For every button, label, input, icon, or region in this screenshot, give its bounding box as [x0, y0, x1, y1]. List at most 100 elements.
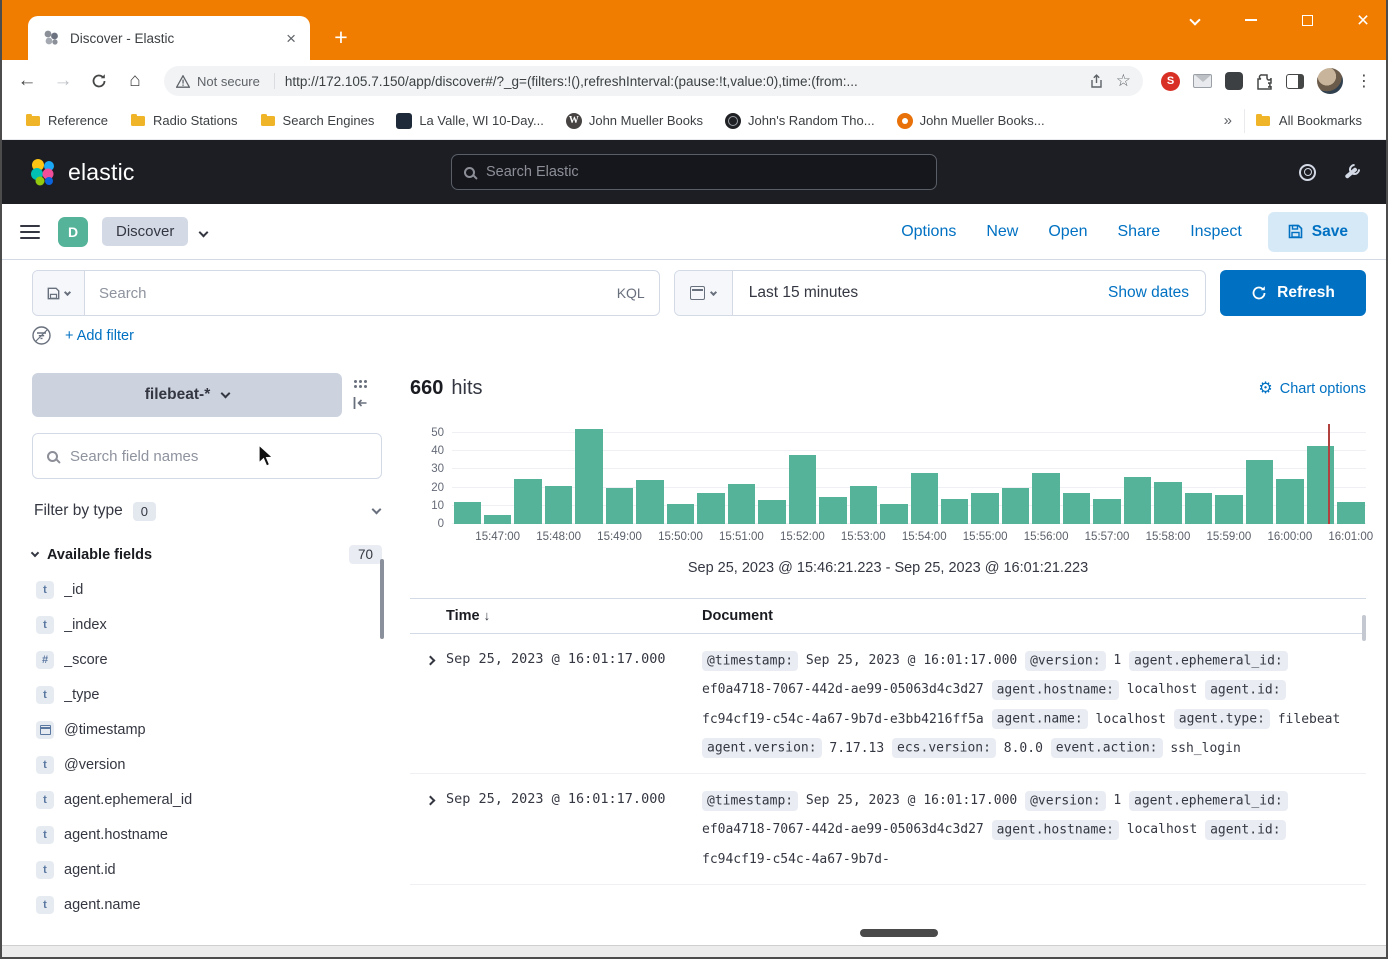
url-text[interactable]: http://172.105.7.150/app/discover#/?_g=(…: [285, 74, 1079, 89]
histogram-bar[interactable]: [635, 424, 665, 524]
share-icon[interactable]: [1089, 74, 1104, 89]
extension-mail-icon[interactable]: [1193, 74, 1212, 88]
field-item[interactable]: t_type: [32, 677, 376, 712]
histogram-bar[interactable]: [1183, 424, 1213, 524]
extension-icon[interactable]: [1225, 72, 1243, 90]
histogram-bar[interactable]: [513, 424, 543, 524]
extensions-puzzle-icon[interactable]: [1256, 73, 1273, 90]
toolbar-link-inspect[interactable]: Inspect: [1190, 223, 1242, 241]
histogram-bar[interactable]: [1336, 424, 1366, 524]
filter-by-type-dropdown[interactable]: Filter by type 0: [32, 489, 382, 533]
field-item[interactable]: tagent.hostname: [32, 817, 376, 852]
histogram-bar[interactable]: [1000, 424, 1030, 524]
home-button[interactable]: ⌂: [120, 66, 150, 96]
tab-close-icon[interactable]: ×: [282, 28, 300, 49]
index-pattern-selector[interactable]: filebeat-*: [32, 373, 342, 417]
bookmark-item[interactable]: WJohn Mueller Books: [557, 109, 712, 133]
histogram-bar[interactable]: [696, 424, 726, 524]
histogram-bar[interactable]: [452, 424, 482, 524]
bookmark-item[interactable]: John's Random Tho...: [716, 109, 884, 133]
histogram-bar[interactable]: [1031, 424, 1061, 524]
histogram-bar[interactable]: [543, 424, 573, 524]
security-label[interactable]: Not secure: [197, 74, 260, 89]
saved-query-menu-button[interactable]: [33, 271, 85, 315]
elastic-search-input[interactable]: [484, 163, 924, 181]
bookmarks-overflow-icon[interactable]: »: [1216, 112, 1240, 129]
field-item[interactable]: tagent.id: [32, 852, 376, 887]
histogram-bar[interactable]: [482, 424, 512, 524]
toolbar-link-options[interactable]: Options: [901, 223, 956, 241]
histogram-bar[interactable]: [909, 424, 939, 524]
menu-hamburger-icon[interactable]: [20, 225, 40, 239]
save-button[interactable]: Save: [1268, 212, 1368, 252]
window-maximize-button[interactable]: [1290, 6, 1324, 34]
table-scrollbar[interactable]: [1362, 615, 1366, 641]
expand-row-button[interactable]: [410, 786, 446, 807]
collapse-sidebar-icon[interactable]: [352, 396, 368, 410]
extension-icon[interactable]: S: [1161, 72, 1180, 91]
histogram-bar[interactable]: [1275, 424, 1305, 524]
column-header-document[interactable]: Document: [702, 608, 1366, 624]
bookmark-item[interactable]: La Valle, WI 10-Day...: [387, 109, 553, 133]
bookmark-item[interactable]: Reference: [16, 109, 117, 133]
add-filter-button[interactable]: + Add filter: [65, 328, 134, 344]
breadcrumb-chevron-icon[interactable]: [200, 223, 207, 241]
histogram-bar[interactable]: [1305, 424, 1335, 524]
histogram-bar[interactable]: [574, 424, 604, 524]
reload-button[interactable]: [84, 66, 114, 96]
toolbar-link-share[interactable]: Share: [1118, 223, 1161, 241]
all-bookmarks-button[interactable]: All Bookmarks: [1244, 109, 1372, 133]
histogram-bar[interactable]: [818, 424, 848, 524]
chart-options-button[interactable]: ⚙ Chart options: [1258, 381, 1366, 397]
histogram-bar[interactable]: [940, 424, 970, 524]
profile-avatar[interactable]: [1317, 68, 1343, 94]
forward-button[interactable]: →: [48, 66, 78, 96]
histogram-bar[interactable]: [1214, 424, 1244, 524]
address-bar[interactable]: Not secure http://172.105.7.150/app/disc…: [164, 66, 1143, 96]
histogram-bar[interactable]: [604, 424, 634, 524]
query-language-button[interactable]: KQL: [603, 285, 659, 301]
breadcrumb[interactable]: Discover: [102, 217, 188, 246]
field-item[interactable]: t_id: [32, 572, 376, 607]
bookmark-item[interactable]: Search Engines: [251, 109, 384, 133]
back-button[interactable]: ←: [12, 66, 42, 96]
view-options-icon[interactable]: [354, 380, 357, 383]
query-search-input[interactable]: [85, 285, 603, 302]
histogram-bar[interactable]: [970, 424, 1000, 524]
histogram-bar[interactable]: [879, 424, 909, 524]
histogram-bar[interactable]: [787, 424, 817, 524]
histogram-bar[interactable]: [665, 424, 695, 524]
field-item[interactable]: tagent.ephemeral_id: [32, 782, 376, 817]
field-search-input[interactable]: [68, 447, 367, 466]
space-avatar[interactable]: D: [58, 217, 88, 247]
show-dates-button[interactable]: Show dates: [1092, 284, 1205, 302]
window-minimize-button[interactable]: [1234, 6, 1268, 34]
column-header-time[interactable]: Time↓: [446, 608, 702, 624]
histogram-bar[interactable]: [1122, 424, 1152, 524]
histogram-bar[interactable]: [726, 424, 756, 524]
help-icon[interactable]: [1299, 164, 1316, 181]
histogram-bar[interactable]: [1092, 424, 1122, 524]
toolbar-link-open[interactable]: Open: [1048, 223, 1087, 241]
field-item[interactable]: #_score: [32, 642, 376, 677]
date-picker-menu-button[interactable]: [675, 271, 733, 315]
browser-menu-icon[interactable]: ⋮: [1356, 71, 1372, 91]
side-panel-icon[interactable]: [1286, 74, 1304, 89]
sidebar-scrollbar[interactable]: [380, 559, 384, 639]
histogram-bar[interactable]: [1244, 424, 1274, 524]
field-item[interactable]: t_index: [32, 607, 376, 642]
bookmark-item[interactable]: John Mueller Books...: [888, 109, 1054, 133]
endpoint-tools-icon[interactable]: [1342, 163, 1360, 181]
histogram-bar[interactable]: [1153, 424, 1183, 524]
bookmark-star-icon[interactable]: ☆: [1116, 71, 1131, 91]
filter-icon[interactable]: [32, 326, 51, 345]
refresh-button[interactable]: Refresh: [1220, 270, 1366, 316]
browser-tab[interactable]: Discover - Elastic ×: [28, 16, 310, 60]
horizontal-scrollbar[interactable]: [860, 929, 938, 937]
elastic-search-box[interactable]: [451, 154, 937, 190]
histogram-bar[interactable]: [1061, 424, 1091, 524]
window-close-button[interactable]: ×: [1346, 6, 1380, 34]
field-search-box[interactable]: [32, 433, 382, 479]
field-item[interactable]: t@version: [32, 747, 376, 782]
histogram-bar[interactable]: [757, 424, 787, 524]
